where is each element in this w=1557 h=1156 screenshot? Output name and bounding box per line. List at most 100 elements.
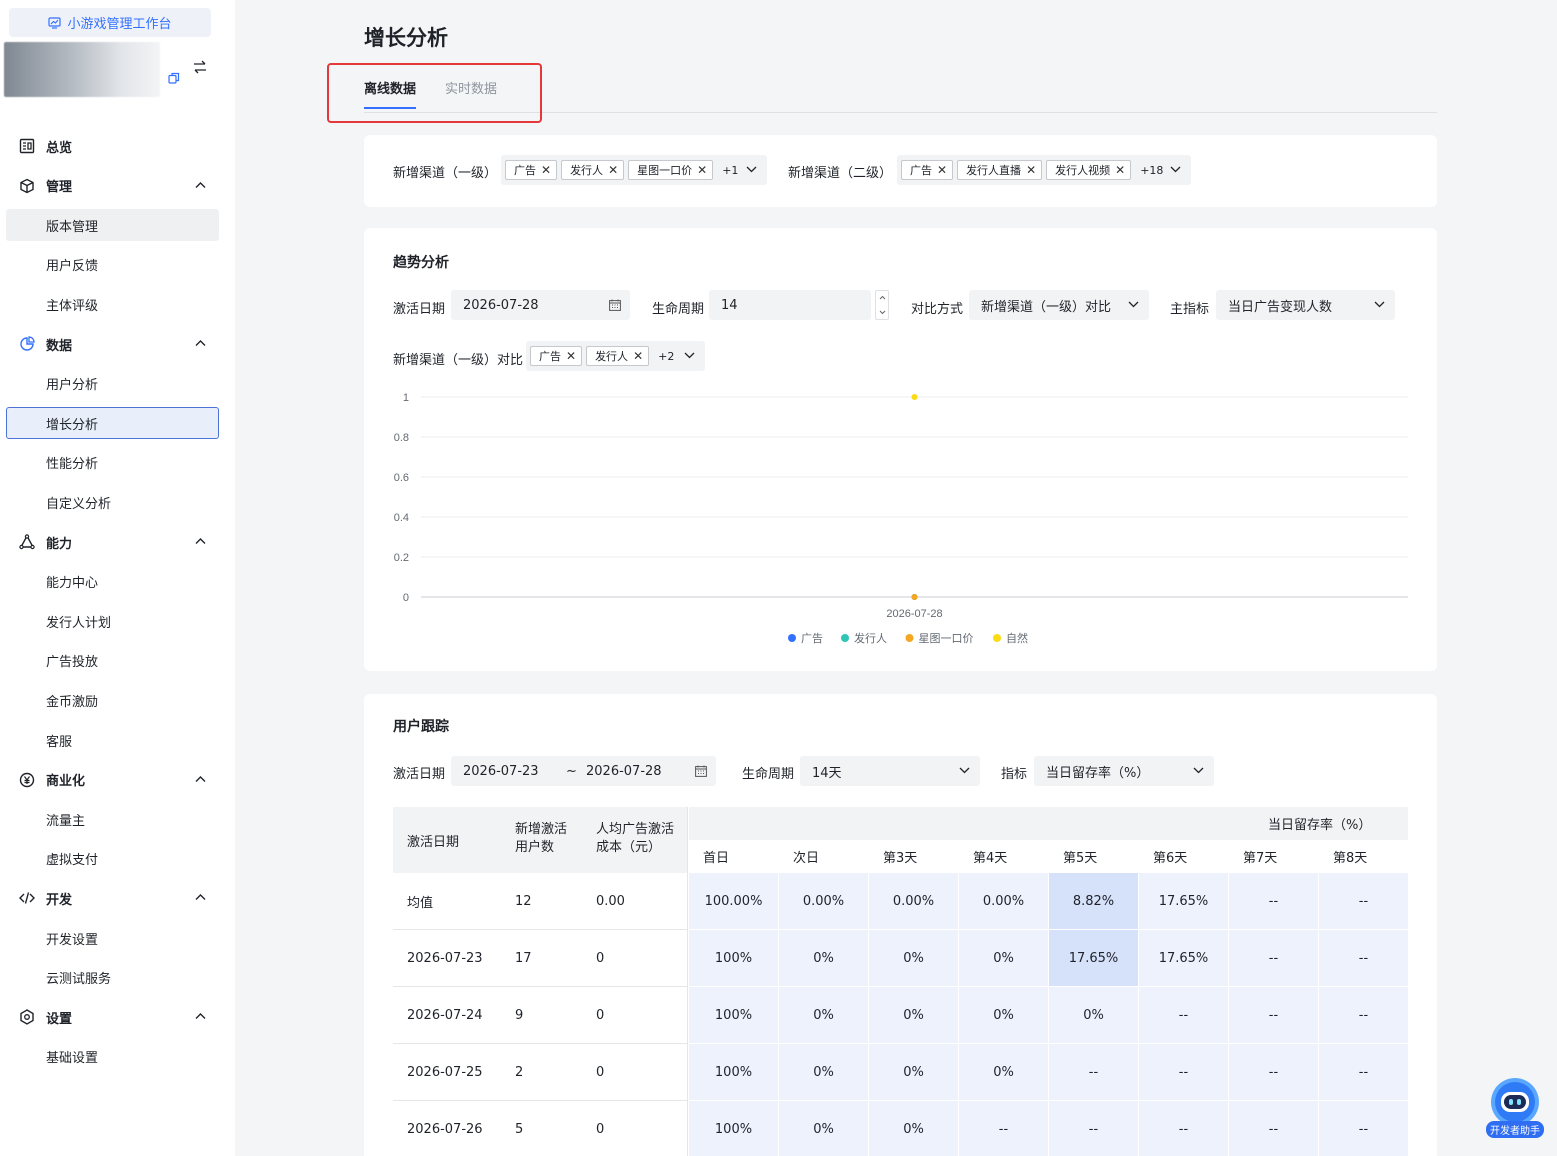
chevron-up-icon[interactable] [195, 181, 206, 189]
retention-cell: 100% [689, 987, 778, 1043]
legend-label: 发行人 [854, 631, 887, 645]
sidebar-item[interactable]: 云测试服务 [6, 962, 219, 994]
tag-label: 广告 [910, 164, 932, 177]
retention-cell: 100.00% [689, 873, 778, 929]
tag[interactable]: 星图一口价 ✕ [628, 160, 714, 180]
sidebar-group-settings[interactable]: 设置 [6, 1001, 219, 1033]
retention-cell: 0% [869, 987, 958, 1043]
sidebar-item[interactable]: 主体评级 [6, 288, 219, 320]
legend-marker [993, 634, 1001, 642]
metric-select[interactable]: 当日留存率（%） [1034, 756, 1214, 786]
y-tick-label: 1 [403, 392, 409, 404]
sidebar-item[interactable]: 增长分析 [6, 407, 219, 440]
row-cost: 0 [596, 1064, 605, 1080]
date-start: 2026-07-23 [463, 763, 539, 779]
legend-marker [841, 634, 849, 642]
row-cost: 0.00 [596, 893, 625, 909]
retention-cell: 0% [869, 1101, 958, 1156]
sidebar-item[interactable]: 广告投放 [6, 645, 219, 677]
dashboard-icon [19, 138, 35, 154]
row-date: 2026-07-25 [407, 1064, 483, 1080]
chevron-up-icon[interactable] [195, 893, 206, 901]
channel-level1-select[interactable]: 广告 ✕ 发行人 ✕ 星图一口价 ✕ +1 [501, 155, 767, 185]
sidebar-item[interactable]: 能力中心 [6, 566, 219, 598]
sidebar-group-develop[interactable]: 开发 [6, 882, 219, 914]
retention-cell: 0% [959, 930, 1048, 986]
channel-level1-label: 新增渠道（一级） [393, 166, 498, 181]
channel-level2-select[interactable]: 广告 ✕ 发行人直播 ✕ 发行人视频 ✕ +18 [897, 155, 1191, 185]
tag[interactable]: 发行人 ✕ [561, 160, 625, 180]
tag-label: 星图一口价 [637, 164, 693, 177]
switch-icon[interactable] [192, 60, 208, 74]
sidebar-item[interactable]: 用户反馈 [6, 249, 219, 281]
sidebar-item[interactable]: 开发设置 [6, 922, 219, 954]
sidebar-item[interactable]: 基础设置 [6, 1041, 219, 1073]
column-header-day: 第6天 [1153, 851, 1188, 866]
retention-cell: 17.65% [1049, 930, 1138, 986]
sidebar-item[interactable]: 金币激励 [6, 684, 219, 716]
retention-cell: -- [1319, 987, 1408, 1043]
sidebar-group-commerce[interactable]: 商业化 [6, 764, 219, 796]
column-header-users: 新增激活用户数 [515, 822, 568, 855]
sidebar-item[interactable]: 客服 [6, 724, 219, 756]
column-divider [687, 807, 688, 1156]
retention-cell: -- [1049, 1101, 1138, 1156]
assistant-label: 开发者助手 [1486, 1121, 1544, 1138]
sidebar-group-label: 数据 [46, 338, 73, 354]
sidebar-item[interactable]: 用户分析 [6, 368, 219, 400]
sidebar-item[interactable]: 发行人计划 [6, 605, 219, 637]
row-date: 均值 [407, 895, 434, 911]
close-icon[interactable]: ✕ [541, 163, 551, 177]
trend-card: 趋势分析 激活日期 2026-07-28 生命周期 14 对比方式 新增渠道（一… [364, 228, 1437, 671]
date-range-picker[interactable]: 2026-07-23 ~ 2026-07-28 [451, 756, 716, 786]
close-icon[interactable]: ✕ [608, 163, 618, 177]
avatar[interactable] [4, 42, 160, 97]
tag[interactable]: 发行人直播 ✕ [957, 160, 1043, 180]
chevron-up-icon[interactable] [195, 775, 206, 783]
column-header-date: 激活日期 [407, 834, 460, 850]
date-end: 2026-07-28 [586, 763, 662, 779]
row-date: 2026-07-26 [407, 1121, 483, 1137]
sidebar-item[interactable]: 版本管理 [6, 209, 219, 242]
copy-icon[interactable] [168, 72, 180, 84]
tag[interactable]: 发行人视频 ✕ [1046, 160, 1132, 180]
retention-cell: -- [1049, 1044, 1138, 1100]
sidebar-group-capability[interactable]: 能力 [6, 526, 219, 558]
sidebar-item[interactable]: 性能分析 [6, 447, 219, 479]
chevron-up-icon[interactable] [195, 537, 206, 545]
row-users: 9 [515, 1007, 524, 1023]
more-count: +18 [1140, 163, 1164, 177]
sidebar-group-overview[interactable]: 总览 [6, 130, 219, 162]
sidebar-item[interactable]: 虚拟支付 [6, 843, 219, 875]
date-separator: ~ [566, 763, 577, 779]
tag[interactable]: 广告 ✕ [505, 160, 558, 180]
close-icon[interactable]: ✕ [1026, 163, 1036, 177]
close-icon[interactable]: ✕ [1115, 163, 1125, 177]
chevron-up-icon[interactable] [195, 1012, 206, 1020]
row-date: 2026-07-23 [407, 950, 483, 966]
sidebar-item[interactable]: 流量主 [6, 803, 219, 835]
workspace-button[interactable]: 小游戏管理工作台 [9, 8, 211, 37]
page-title: 增长分析 [364, 26, 448, 50]
sidebar-group-data[interactable]: 数据 [6, 328, 219, 360]
close-icon[interactable]: ✕ [937, 163, 947, 177]
sidebar-group-label: 商业化 [46, 774, 86, 790]
developer-assistant-button[interactable]: 开发者助手 [1486, 1076, 1544, 1138]
trend-chart: 1 0.8 0.6 0.4 0.2 0 2026-07-28 广告 发行人 星图一口价 自然 [394, 392, 1408, 645]
close-icon[interactable]: ✕ [697, 163, 707, 177]
legend-label: 自然 [1006, 631, 1028, 645]
metric-label: 指标 [1001, 767, 1028, 782]
sidebar-group-label: 总览 [46, 140, 73, 156]
retention-cell: 0% [779, 1044, 868, 1100]
life-cycle-select[interactable]: 14天 [800, 756, 980, 786]
sidebar-item[interactable]: 自定义分析 [6, 486, 219, 518]
tag[interactable]: 广告 ✕ [901, 160, 954, 180]
retention-cell: -- [1229, 1101, 1318, 1156]
sidebar-group-label: 设置 [46, 1011, 73, 1027]
retention-cell: -- [959, 1101, 1048, 1156]
sidebar-group-manage[interactable]: 管理 [6, 170, 219, 202]
legend-label: 星图一口价 [919, 632, 974, 645]
retention-cell: -- [1139, 987, 1228, 1043]
robot-icon [1491, 1078, 1539, 1126]
chevron-up-icon[interactable] [195, 339, 206, 347]
